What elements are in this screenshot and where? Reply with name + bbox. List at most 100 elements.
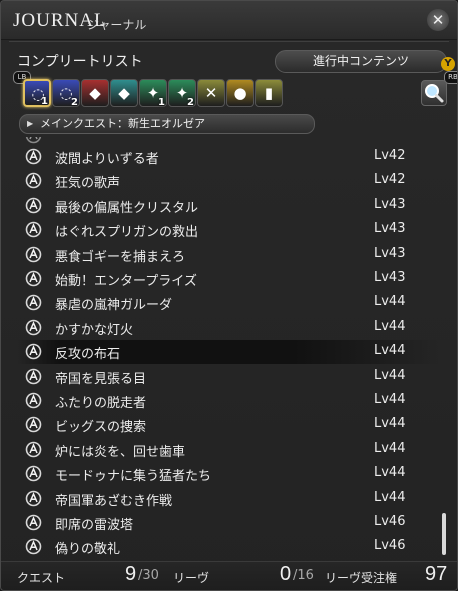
main-quest-icon: [25, 221, 42, 238]
quest-name: 狂気の歌声: [55, 176, 121, 192]
quest-name: モードゥナに集う猛者たち: [55, 469, 212, 485]
quest-name: 波間よりいずる者: [55, 152, 159, 167]
quest-row[interactable]: 反攻の布石 Lv44: [17, 340, 441, 365]
feature-quest-teal-icon: ◆: [118, 84, 130, 102]
quest-level: Lv43: [374, 221, 406, 237]
quest-total: /30: [138, 568, 159, 583]
main-quest-icon: [25, 197, 42, 214]
category-crossed-swords-button[interactable]: ✕: [197, 79, 225, 107]
quest-level: Lv44: [374, 367, 406, 383]
triangle-right-icon: ▶: [27, 119, 34, 128]
main-quest-icon: [25, 172, 42, 189]
quest-name: 暴虐の嵐神ガルーダ: [55, 298, 173, 314]
quest-name: かすかな灯火: [55, 322, 134, 338]
main-quest-icon: [25, 270, 42, 287]
category-gold-pot-button[interactable]: ●: [226, 79, 254, 107]
quest-level: Lv43: [374, 270, 406, 285]
crossed-swords-icon: ✕: [204, 84, 218, 102]
category-number: 2: [71, 97, 78, 108]
main-quest-icon: [25, 368, 42, 385]
quest-row[interactable]: モードゥナに集う猛者たち Lv44: [17, 462, 441, 486]
quest-row[interactable]: 即席の雷波塔 Lv46: [17, 511, 441, 535]
quest-level: Lv44: [374, 294, 406, 310]
scrollbar[interactable]: [442, 513, 446, 555]
quest-name: 偽りの敬礼: [55, 542, 121, 557]
quest-name: 帝国を見張る目: [55, 371, 147, 387]
main-quest-icon: [25, 319, 42, 336]
main-quest-icon: [25, 343, 42, 360]
quest-list[interactable]: 波間よりいずる者 Lv42 狂気の歌声 Lv42 最後の偏属性クリスタル Lv43 はぐれス…: [17, 137, 441, 557]
quest-row[interactable]: 最後の偏属性クリスタル Lv43: [17, 194, 441, 218]
quest-level: Lv44: [374, 440, 406, 456]
quest-level: Lv44: [374, 465, 406, 481]
quest-row[interactable]: 炉には炎を、回せ歯車 Lv44: [17, 438, 441, 462]
feature-quest-red-icon: ◆: [89, 84, 101, 102]
quest-row[interactable]: はぐれスプリガンの救出 Lv43: [17, 218, 441, 242]
main-quest-icon: [25, 148, 42, 165]
quest-row[interactable]: 始動！エンタープライズ Lv43: [17, 267, 441, 291]
title-bar[interactable]: JOURNAL ジャーナル ✕: [1, 1, 457, 40]
leve-count: 0: [280, 563, 292, 585]
quest-row[interactable]: 偽りの敬礼 Lv46: [17, 535, 441, 557]
quest-row[interactable]: 帝国を見張る目 Lv44: [17, 365, 441, 389]
list-title: コンプリートリスト: [17, 54, 143, 70]
quest-row[interactable]: 波間よりいずる者 Lv42: [17, 145, 441, 169]
category-number: 1: [41, 96, 48, 107]
quest-row[interactable]: 狂気の歌声 Lv42: [17, 169, 441, 193]
quest-row[interactable]: 悪食ゴギーを捕まえろ Lv43: [17, 243, 441, 267]
magnifier-icon: [425, 84, 444, 103]
window-subtitle: ジャーナル: [87, 18, 147, 32]
quest-name: 反攻の布石: [55, 347, 121, 363]
category-filter-dropdown[interactable]: ▶ メインクエスト：新生エオルゼア: [19, 114, 315, 134]
main-quest-icon: [25, 441, 42, 458]
leve-count-label: リーヴ: [173, 571, 210, 585]
quest-name: はぐれスプリガンの救出: [55, 225, 199, 241]
category-main-quest-1-button[interactable]: ◌ 1: [23, 79, 51, 107]
quest-name: ビッグスの捜索: [55, 420, 147, 436]
quest-level: Lv43: [374, 196, 406, 212]
main-quest-icon: [25, 294, 42, 311]
category-feature-quest-teal-button[interactable]: ◆: [110, 79, 138, 107]
card-icon: ▮: [264, 84, 274, 102]
category-number: 1: [158, 97, 165, 108]
quest-row[interactable]: かすかな灯火 Lv44: [17, 316, 441, 340]
gold-pot-icon: ●: [233, 84, 247, 102]
in-progress-content-button[interactable]: 進行中コンテンツ: [275, 50, 447, 73]
quest-level: Lv44: [374, 318, 406, 334]
quest-row[interactable]: 帝国軍あざむき作戦 Lv44: [17, 487, 441, 511]
quest-level: Lv44: [374, 416, 406, 432]
main-quest-icon: [25, 514, 42, 531]
category-side-quest-1-button[interactable]: ✦ 1: [139, 79, 167, 108]
quest-level: Lv43: [374, 245, 406, 261]
search-button[interactable]: [421, 80, 447, 106]
quest-count: 9: [125, 563, 137, 585]
close-icon[interactable]: ✕: [427, 9, 449, 31]
leve-allowance-label: リーヴ受注権: [325, 571, 398, 585]
quest-level: Lv44: [374, 392, 406, 407]
quest-level: Lv46: [374, 514, 406, 529]
divider: [9, 41, 449, 42]
quest-row[interactable]: 暴虐の嵐神ガルーダ Lv44: [17, 291, 441, 315]
quest-count-label: クエスト: [17, 571, 66, 585]
category-feature-quest-red-button[interactable]: ◆: [81, 79, 109, 107]
journal-window: JOURNAL ジャーナル ✕ コンプリートリスト 進行中コンテンツ Y LB …: [0, 0, 458, 591]
category-main-quest-2-button[interactable]: ◌ 2: [52, 79, 80, 108]
quest-row[interactable]: ふたりの脱走者 Lv44: [17, 389, 441, 413]
main-quest-icon: [25, 246, 42, 263]
quest-name: 悪食ゴギーを捕まえろ: [55, 249, 186, 265]
leve-allowance: 97: [425, 563, 448, 585]
category-side-quest-2-button[interactable]: ✦ 2: [168, 79, 196, 108]
main-quest-icon: [25, 538, 42, 555]
category-card-button[interactable]: ▮: [255, 79, 283, 107]
quest-name: 帝国軍あざむき作戦: [55, 493, 173, 509]
quest-name: ふたりの脱走者: [55, 396, 147, 411]
quest-row[interactable]: ビッグスの捜索 Lv44: [17, 413, 441, 437]
main-quest-icon: [25, 465, 42, 482]
main-quest-icon: [25, 490, 42, 507]
quest-level: Lv42: [374, 172, 406, 188]
main-quest-icon: [25, 137, 42, 144]
quest-level: Lv44: [374, 343, 406, 359]
category-number: 2: [187, 97, 194, 108]
quest-name: 最後の偏属性クリスタル: [55, 200, 199, 216]
quest-name: 即席の雷波塔: [55, 518, 134, 533]
